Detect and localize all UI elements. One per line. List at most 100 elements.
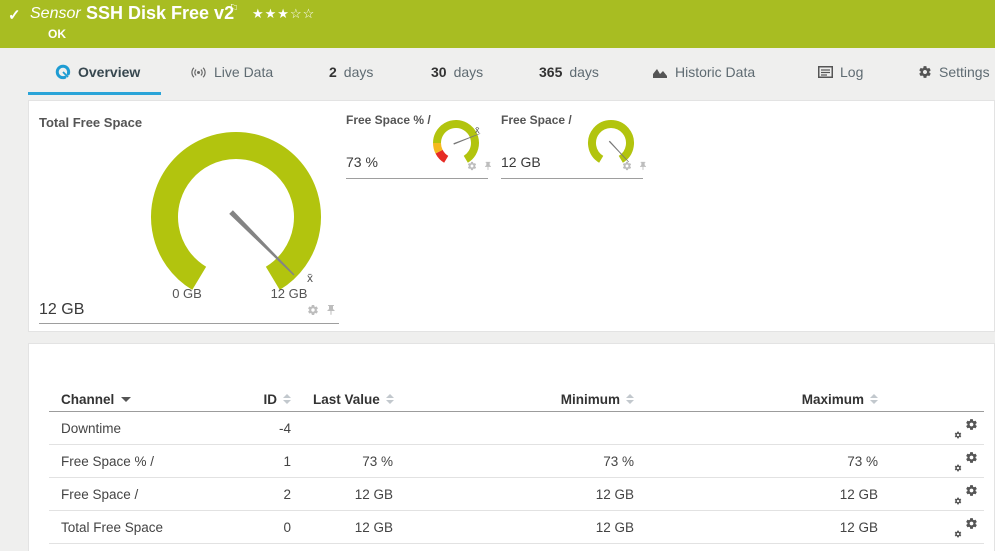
tab-label: days <box>344 64 374 80</box>
tab-30-days[interactable]: 30 days <box>431 64 483 80</box>
area-chart-icon <box>652 66 668 79</box>
pin-icon[interactable] <box>638 161 648 171</box>
gear-icon <box>918 65 932 79</box>
maximum-value: 12 GB <box>728 478 878 511</box>
tab-2-days[interactable]: 2 days <box>329 64 373 80</box>
sort-icon <box>283 394 291 404</box>
prtg-sensor-page: ✓ Sensor SSH Disk Free v2 ⚐ ★★★☆☆ OK Ove… <box>0 0 995 551</box>
minimum-value: 12 GB <box>484 511 634 544</box>
sort-icon <box>870 394 878 404</box>
gear-icon[interactable] <box>307 304 319 316</box>
channel-name: Free Space % / <box>61 445 154 478</box>
maximum-value: 73 % <box>728 445 878 478</box>
gear-icon[interactable] <box>467 161 477 171</box>
col-header-label: Channel <box>61 392 114 407</box>
tab-label: Overview <box>78 64 140 80</box>
tab-label: days <box>454 64 484 80</box>
status-check-icon: ✓ <box>8 6 21 24</box>
sort-desc-icon <box>121 397 131 402</box>
table-row: Total Free Space 0 12 GB 12 GB 12 GB <box>49 511 984 544</box>
channel-id: 1 <box>209 445 291 478</box>
tab-label-number: 365 <box>539 64 562 80</box>
flag-icon[interactable]: ⚐ <box>229 2 239 15</box>
col-header-last-value[interactable]: Last Value <box>313 387 394 411</box>
tab-settings[interactable]: Settings <box>918 64 990 80</box>
broadcast-icon <box>190 66 207 79</box>
tab-live-data[interactable]: Live Data <box>190 64 273 80</box>
tab-log[interactable]: Log <box>818 64 863 80</box>
active-tab-underline <box>28 92 161 95</box>
tab-label: Live Data <box>214 64 273 80</box>
tab-label: Historic Data <box>675 64 755 80</box>
object-kind-label: Sensor <box>30 5 81 23</box>
pin-icon[interactable] <box>483 161 493 171</box>
col-header-label: Last Value <box>313 392 380 407</box>
channels-table-panel: Channel ID Last Value Minimum Maximum Do… <box>28 343 995 551</box>
sort-icon <box>386 394 394 404</box>
col-header-id[interactable]: ID <box>209 387 291 411</box>
tab-label: Settings <box>939 64 990 80</box>
gauge-icon <box>55 64 71 80</box>
tab-overview[interactable]: Overview <box>55 64 140 80</box>
channel-name: Total Free Space <box>61 511 163 544</box>
channel-settings-icon[interactable] <box>954 418 978 439</box>
main-gauge-title: Total Free Space <box>39 115 142 130</box>
main-gauge-value: 12 GB <box>39 301 84 319</box>
tab-label-number: 2 <box>329 64 337 80</box>
tile-actions <box>307 304 337 316</box>
gear-icon[interactable] <box>622 161 632 171</box>
channel-settings-icon[interactable] <box>954 517 978 538</box>
col-header-label: ID <box>264 392 278 407</box>
tab-label: days <box>569 64 599 80</box>
channel-settings-icon[interactable] <box>954 484 978 505</box>
sensor-header-bar: ✓ Sensor SSH Disk Free v2 ⚐ ★★★☆☆ OK <box>0 0 995 48</box>
mean-marker: x̄ <box>307 271 313 285</box>
col-header-label: Maximum <box>802 392 864 407</box>
last-value: 12 GB <box>293 511 393 544</box>
tab-bar: Overview Live Data 2 days 30 days 3 <box>0 48 995 98</box>
channel-name: Free Space / <box>61 478 138 511</box>
abs-gauge-value: 12 GB <box>501 154 541 170</box>
pct-gauge-title: Free Space % / <box>346 113 431 127</box>
tile-actions <box>622 161 648 171</box>
col-header-maximum[interactable]: Maximum <box>728 387 878 411</box>
sensor-title: SSH Disk Free v2 <box>86 3 234 24</box>
tab-historic-data[interactable]: Historic Data <box>652 64 755 80</box>
last-value <box>293 412 393 445</box>
sort-icon <box>626 394 634 404</box>
tab-label: Log <box>840 64 863 80</box>
table-row: Free Space / 2 12 GB 12 GB 12 GB <box>49 478 984 511</box>
minimum-value <box>484 412 634 445</box>
minimum-value: 73 % <box>484 445 634 478</box>
channel-id: 0 <box>209 511 291 544</box>
channel-settings-icon[interactable] <box>954 451 978 472</box>
tab-365-days[interactable]: 365 days <box>539 64 599 80</box>
pin-icon[interactable] <box>325 304 337 316</box>
tile-divider <box>501 178 643 179</box>
table-row: Free Space % / 1 73 % 73 % 73 % <box>49 445 984 478</box>
col-header-label: Minimum <box>561 392 620 407</box>
col-header-minimum[interactable]: Minimum <box>484 387 634 411</box>
main-gauge <box>146 127 326 307</box>
channel-name: Downtime <box>61 412 121 445</box>
channel-id: -4 <box>209 412 291 445</box>
pct-gauge-value: 73 % <box>346 154 378 170</box>
last-value: 12 GB <box>293 478 393 511</box>
gauge-min-label: 0 GB <box>157 286 217 301</box>
tile-divider <box>39 323 339 324</box>
tab-label-number: 30 <box>431 64 447 80</box>
channel-id: 2 <box>209 478 291 511</box>
maximum-value <box>728 412 878 445</box>
minimum-value: 12 GB <box>484 478 634 511</box>
tile-actions <box>467 161 493 171</box>
sensor-status-badge: OK <box>48 27 66 41</box>
priority-stars[interactable]: ★★★☆☆ <box>252 6 315 22</box>
col-header-channel[interactable]: Channel <box>61 387 131 411</box>
last-value: 73 % <box>293 445 393 478</box>
table-row: Downtime -4 <box>49 412 984 445</box>
gauge-max-label: 12 GB <box>259 286 319 301</box>
tile-divider <box>346 178 488 179</box>
maximum-value: 12 GB <box>728 511 878 544</box>
gauges-panel: Total Free Space 0 GB 12 GB x̄ 12 GB Fre… <box>28 100 995 332</box>
log-list-icon <box>818 66 833 78</box>
